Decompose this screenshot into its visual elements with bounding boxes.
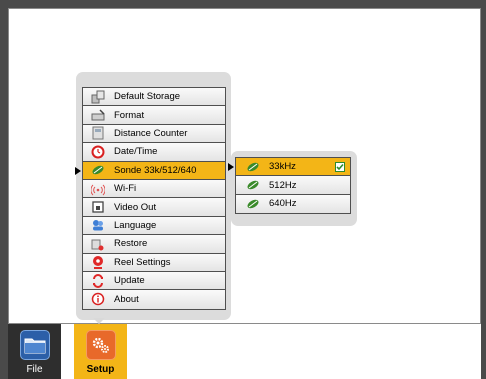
menu-item-label: Video Out [114,201,157,213]
menu-item-language[interactable]: Language [83,216,225,236]
submenu-item-640hz[interactable]: 640Hz [236,194,350,214]
menu-item-sonde[interactable]: Sonde 33k/512/640 [75,161,225,180]
file-tab-label: File [26,364,43,375]
bottom-dock: File Setup [8,324,128,379]
wifi-icon [91,182,105,196]
sonde-icon [246,178,260,192]
menu-item-label: Wi-Fi [114,183,137,195]
submenu-item-label: 33kHz [269,161,296,173]
menu-item-default-storage[interactable]: Default Storage [83,88,225,107]
menu-item-wifi[interactable]: Wi-Fi [83,179,225,199]
submenu-item-label: 512Hz [269,179,297,191]
menu-item-video-out[interactable]: Video Out [83,198,225,217]
menu-item-about[interactable]: About [83,290,225,309]
restore-icon [91,237,105,251]
menu-item-label: About [114,293,139,305]
menu-item-format[interactable]: Format [83,106,225,125]
menu-item-label: Distance Counter [114,127,188,139]
menu-item-label: Format [114,109,145,121]
selection-caret-icon [75,166,81,175]
setup-tab[interactable]: Setup [74,324,127,379]
menu-item-label: Reel Settings [114,256,171,268]
menu-item-restore[interactable]: Restore [83,235,225,254]
menu-item-label: Language [114,219,157,231]
gears-icon [85,330,116,360]
reel-icon [91,255,105,270]
video-out-icon [91,200,105,214]
selection-caret-icon [228,163,234,171]
update-icon [91,273,105,288]
sonde-submenu: 33kHz 512Hz 640Hz [228,157,351,215]
submenu-item-512hz[interactable]: 512Hz [236,176,350,195]
info-icon [91,292,105,306]
menu-item-label: Update [114,275,145,287]
menu-item-update[interactable]: Update [83,271,225,291]
file-tab[interactable]: File [8,324,61,379]
language-icon [91,218,105,232]
menu-item-label: Default Storage [114,91,181,103]
submenu-item-33khz[interactable]: 33kHz [228,158,350,177]
menu-item-label: Sonde 33k/512/640 [114,164,197,176]
menu-item-distance-counter[interactable]: Distance Counter [83,124,225,144]
setup-tab-label: Setup [86,364,115,375]
checkmark-icon [335,162,345,172]
sonde-icon [91,163,105,177]
menu-item-reel-settings[interactable]: Reel Settings [83,253,225,272]
settings-menu: Default Storage Format Distance Counter … [75,87,226,310]
distance-counter-icon [91,126,105,140]
clock-icon [91,145,105,159]
format-icon [91,108,105,122]
folder-icon [19,330,50,360]
menu-item-date-time[interactable]: Date/Time [83,143,225,162]
storage-icon [91,90,105,104]
menu-item-label: Restore [114,238,148,250]
menu-item-label: Date/Time [114,146,158,158]
submenu-item-label: 640Hz [269,198,297,210]
sonde-icon [246,197,260,211]
sonde-icon [246,160,260,174]
